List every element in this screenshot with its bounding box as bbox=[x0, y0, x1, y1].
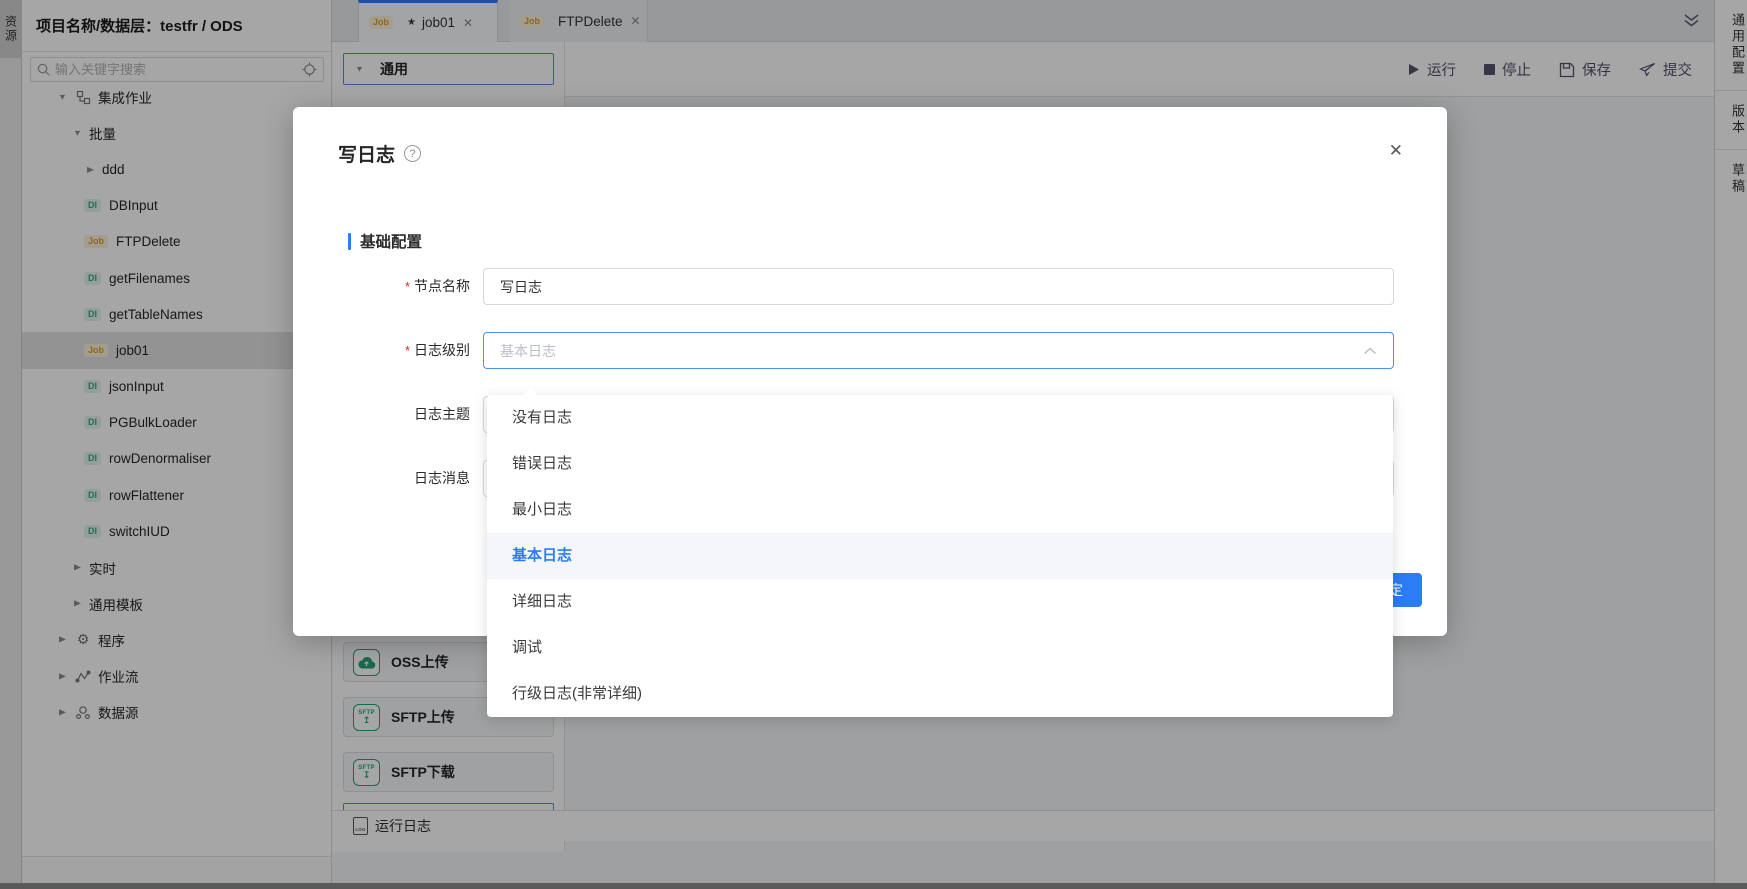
close-icon[interactable]: ✕ bbox=[1389, 141, 1403, 161]
log-level-label: 日志级别 bbox=[293, 332, 470, 369]
dialog-title-text: 写日志 bbox=[338, 140, 395, 167]
form-row-log-level: 日志级别 基本日志 bbox=[293, 332, 1447, 369]
dropdown-option[interactable]: 调试 bbox=[487, 625, 1393, 671]
node-name-field bbox=[483, 268, 1394, 305]
log-level-dropdown: 没有日志 错误日志 最小日志 基本日志 详细日志 调试 行级日志(非常详细) bbox=[487, 395, 1393, 717]
section-title: 基础配置 bbox=[360, 230, 422, 252]
chevron-up-icon bbox=[1363, 347, 1377, 355]
dropdown-option[interactable]: 最小日志 bbox=[487, 487, 1393, 533]
log-subject-label: 日志主题 bbox=[293, 396, 470, 433]
dropdown-option[interactable]: 没有日志 bbox=[487, 395, 1393, 441]
dialog-title: 写日志 ? bbox=[338, 140, 421, 167]
log-level-select[interactable]: 基本日志 bbox=[483, 332, 1394, 369]
log-level-value: 基本日志 bbox=[500, 341, 556, 361]
node-name-input[interactable] bbox=[500, 279, 1377, 295]
dropdown-option[interactable]: 错误日志 bbox=[487, 441, 1393, 487]
section-accent-bar bbox=[348, 233, 351, 250]
app-window: 资源 项目名称/数据层：testfr / ODS ▼ 集成作业 ▼ 批量 ▶ d… bbox=[0, 0, 1747, 889]
dropdown-option[interactable]: 详细日志 bbox=[487, 579, 1393, 625]
dropdown-option[interactable]: 行级日志(非常详细) bbox=[487, 671, 1393, 717]
section-basic-config: 基础配置 bbox=[348, 230, 422, 252]
dropdown-option-selected[interactable]: 基本日志 bbox=[487, 533, 1393, 579]
help-icon[interactable]: ? bbox=[404, 145, 421, 162]
node-name-label: 节点名称 bbox=[293, 268, 470, 305]
form-row-node-name: 节点名称 bbox=[293, 268, 1447, 305]
log-message-label: 日志消息 bbox=[293, 460, 470, 497]
